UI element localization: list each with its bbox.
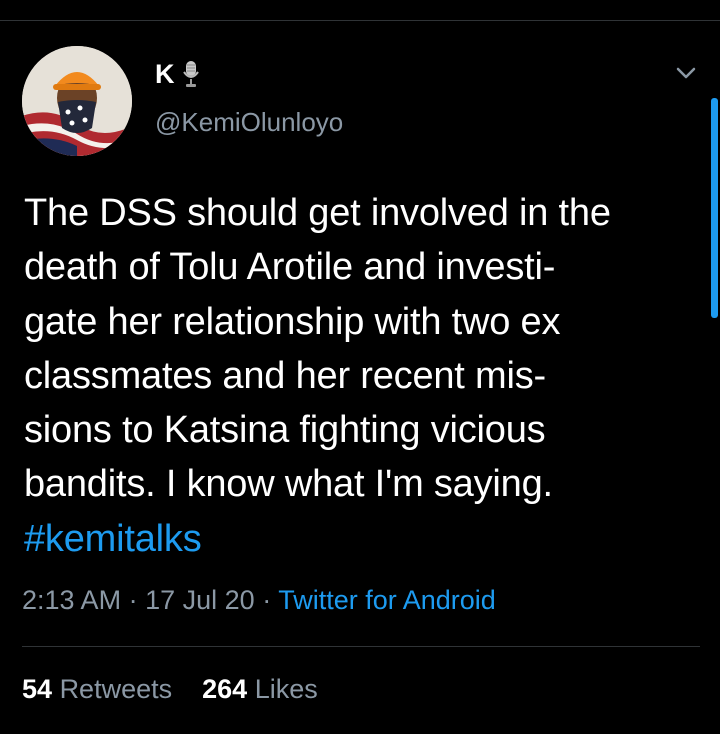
retweets-count: 54 (22, 674, 53, 704)
tweet-text: The DSS should get involved in the death… (24, 186, 704, 566)
tweet-source-link[interactable]: Twitter for Android (278, 585, 496, 615)
chevron-down-icon[interactable] (672, 62, 700, 84)
scrollbar[interactable] (711, 98, 718, 318)
likes-count: 264 (202, 674, 248, 704)
likes-label: Likes (254, 674, 318, 704)
tweet-time[interactable]: 2:13 AM (22, 585, 121, 615)
stats-divider (22, 646, 700, 647)
user-handle[interactable]: @KemiOlunloyo (155, 107, 343, 138)
tweet-stats: 54 Retweets 264 Likes (22, 674, 318, 705)
top-divider (0, 20, 720, 21)
tweet-line: classmates and her recent mis- (24, 354, 546, 397)
likes-stat[interactable]: 264 Likes (202, 674, 318, 704)
tweet-line: The DSS should get involved in the (24, 192, 611, 234)
avatar[interactable] (22, 46, 132, 156)
display-name[interactable]: K (155, 59, 176, 90)
retweets-stat[interactable]: 54 Retweets (22, 674, 172, 704)
name-row: K (155, 54, 200, 94)
retweets-label: Retweets (59, 674, 173, 704)
microphone-icon (182, 60, 200, 88)
tweet-meta: 2:13 AM · 17 Jul 20 · Twitter for Androi… (22, 585, 496, 616)
tweet-date[interactable]: 17 Jul 20 (145, 585, 255, 615)
meta-separator: · (262, 585, 272, 615)
hashtag-link[interactable]: #kemitalks (24, 512, 704, 566)
tweet-line: death of Tolu Arotile and investi- (24, 246, 556, 289)
meta-separator: · (128, 585, 138, 615)
avatar-image (22, 46, 132, 156)
tweet-line: sions to Katsina fighting vicious (24, 409, 546, 452)
tweet-line: bandits. I know what I'm saying. (24, 463, 553, 506)
tweet-line: gate her relationship with two ex (24, 300, 561, 343)
